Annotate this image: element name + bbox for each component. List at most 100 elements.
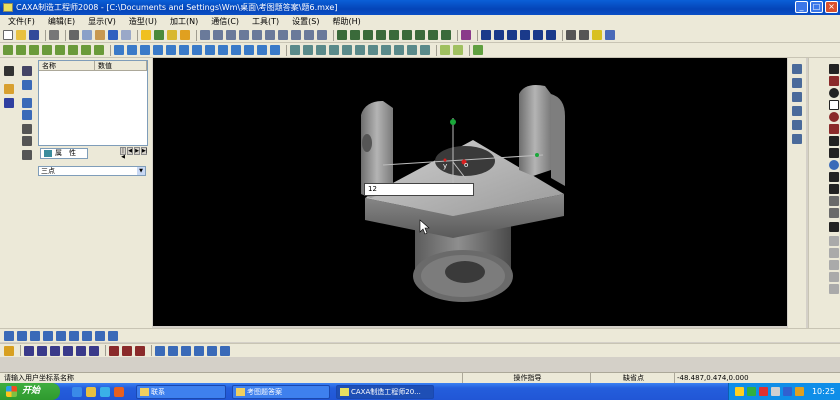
material-icon[interactable] <box>180 30 190 40</box>
trajectory-icon[interactable] <box>461 30 471 40</box>
tree-icon[interactable] <box>22 66 32 76</box>
fillet-curve-icon[interactable] <box>829 196 839 206</box>
text-icon[interactable] <box>829 222 839 232</box>
view-back-icon[interactable] <box>252 30 262 40</box>
tray-network-icon[interactable] <box>735 387 744 396</box>
loft-icon[interactable] <box>42 45 52 55</box>
curve-split-icon[interactable] <box>135 345 145 356</box>
display-mode-icon[interactable] <box>605 30 615 40</box>
column-value-header[interactable]: 数值 <box>95 61 147 70</box>
scale-icon[interactable] <box>231 45 241 55</box>
model-import-icon[interactable] <box>290 45 300 55</box>
hole-icon[interactable] <box>140 45 150 55</box>
polyline-icon[interactable] <box>829 76 839 86</box>
surface-cut-icon[interactable] <box>244 45 254 55</box>
circle-icon[interactable] <box>829 88 839 98</box>
minimize-button[interactable]: _ <box>795 1 808 13</box>
3d-viewport[interactable]: y o 12 <box>153 58 787 326</box>
shell-icon[interactable] <box>153 45 163 55</box>
paste-icon[interactable] <box>95 30 105 40</box>
join-icon[interactable] <box>829 272 839 282</box>
scroll-last-button[interactable]: ▶| <box>141 147 148 155</box>
axis-icon[interactable] <box>342 45 352 55</box>
plane-tool-icon[interactable] <box>792 78 802 88</box>
view-side-icon[interactable] <box>226 30 236 40</box>
rib-icon[interactable] <box>179 45 189 55</box>
mode-select[interactable]: 三点 ▼ <box>38 166 146 176</box>
zoom-out-icon[interactable] <box>507 30 517 40</box>
curve-extend-icon[interactable] <box>76 345 86 356</box>
spline-icon[interactable] <box>381 45 391 55</box>
relation-tool-icon[interactable] <box>792 120 802 130</box>
media-icon[interactable] <box>114 387 124 397</box>
menu-tools[interactable]: 工具(T) <box>252 16 279 27</box>
curve-smooth-icon[interactable] <box>109 345 119 356</box>
menu-file[interactable]: 文件(F) <box>8 16 35 27</box>
view-custom-icon[interactable] <box>304 30 314 40</box>
offset-tool-icon[interactable] <box>792 134 802 144</box>
rotate-view-icon[interactable] <box>533 30 543 40</box>
view-top-icon[interactable] <box>213 30 223 40</box>
sketch-tool-icon[interactable] <box>792 64 802 74</box>
chevron-down-icon[interactable]: ▼ <box>137 167 145 175</box>
task-answers-folder[interactable]: 考图题答案 <box>232 385 330 399</box>
redraw-icon[interactable] <box>579 30 589 40</box>
sketch-icon[interactable] <box>316 45 326 55</box>
edges-icon[interactable] <box>402 30 412 40</box>
rect-icon[interactable] <box>829 100 839 110</box>
pocket-machining-icon[interactable] <box>4 330 14 341</box>
spiral-icon[interactable] <box>829 160 839 170</box>
rotate-icon[interactable] <box>168 345 178 356</box>
engrave-icon[interactable] <box>69 330 79 341</box>
wire-tool-icon[interactable] <box>22 150 32 160</box>
start-button[interactable]: 开始 <box>0 383 60 400</box>
menu-edit[interactable]: 编辑(E) <box>48 16 75 27</box>
mirror-icon[interactable] <box>218 45 228 55</box>
tray-volume-icon[interactable] <box>771 387 780 396</box>
surface-icon[interactable] <box>337 30 347 40</box>
task-caxa[interactable]: CAXA制造工程师20... <box>336 385 434 399</box>
view-left-icon[interactable] <box>278 30 288 40</box>
check-icon[interactable] <box>453 45 463 55</box>
ie-icon[interactable] <box>72 387 82 397</box>
zoom-window-icon[interactable] <box>520 30 530 40</box>
curve-break-icon[interactable] <box>50 345 60 356</box>
view-front-icon[interactable] <box>200 30 210 40</box>
tray-update-icon[interactable] <box>795 387 804 396</box>
save-icon[interactable] <box>29 30 39 40</box>
zoom-in-icon[interactable] <box>494 30 504 40</box>
chamfer-icon[interactable] <box>127 45 137 55</box>
view-normal-icon[interactable] <box>317 30 327 40</box>
window-icon[interactable] <box>481 30 491 40</box>
sweep-icon[interactable] <box>29 45 39 55</box>
grid-icon[interactable] <box>4 98 14 108</box>
polygon-icon[interactable] <box>420 45 430 55</box>
tab-properties[interactable]: 属 性 <box>40 148 88 159</box>
status-point-mode[interactable]: 缺省点 <box>590 373 674 383</box>
project-icon[interactable] <box>829 236 839 246</box>
texture-icon[interactable] <box>415 30 425 40</box>
arc-icon[interactable] <box>394 45 404 55</box>
part-icon[interactable] <box>303 45 313 55</box>
column-name-header[interactable]: 名称 <box>39 61 95 70</box>
tray-app-icon[interactable] <box>759 387 768 396</box>
attribute-tool-icon[interactable] <box>22 98 32 108</box>
translate-icon[interactable] <box>155 345 165 356</box>
layer-icon[interactable] <box>167 30 177 40</box>
view-right-icon[interactable] <box>291 30 301 40</box>
redo-icon[interactable] <box>121 30 131 40</box>
revolve-icon[interactable] <box>16 45 26 55</box>
helical-machining-icon[interactable] <box>108 330 118 341</box>
boolean-icon[interactable] <box>270 45 280 55</box>
circular-pattern-icon[interactable] <box>205 45 215 55</box>
parallel-machining-icon[interactable] <box>95 330 105 341</box>
thicken-icon[interactable] <box>257 45 267 55</box>
surface-machining-icon[interactable] <box>82 330 92 341</box>
pan-icon[interactable] <box>546 30 556 40</box>
light-icon[interactable] <box>141 30 151 40</box>
dimension-tool-icon[interactable] <box>792 92 802 102</box>
bezier-icon[interactable] <box>829 208 839 218</box>
shade-icon[interactable] <box>363 30 373 40</box>
view-bottom-icon[interactable] <box>265 30 275 40</box>
view-iso-icon[interactable] <box>239 30 249 40</box>
